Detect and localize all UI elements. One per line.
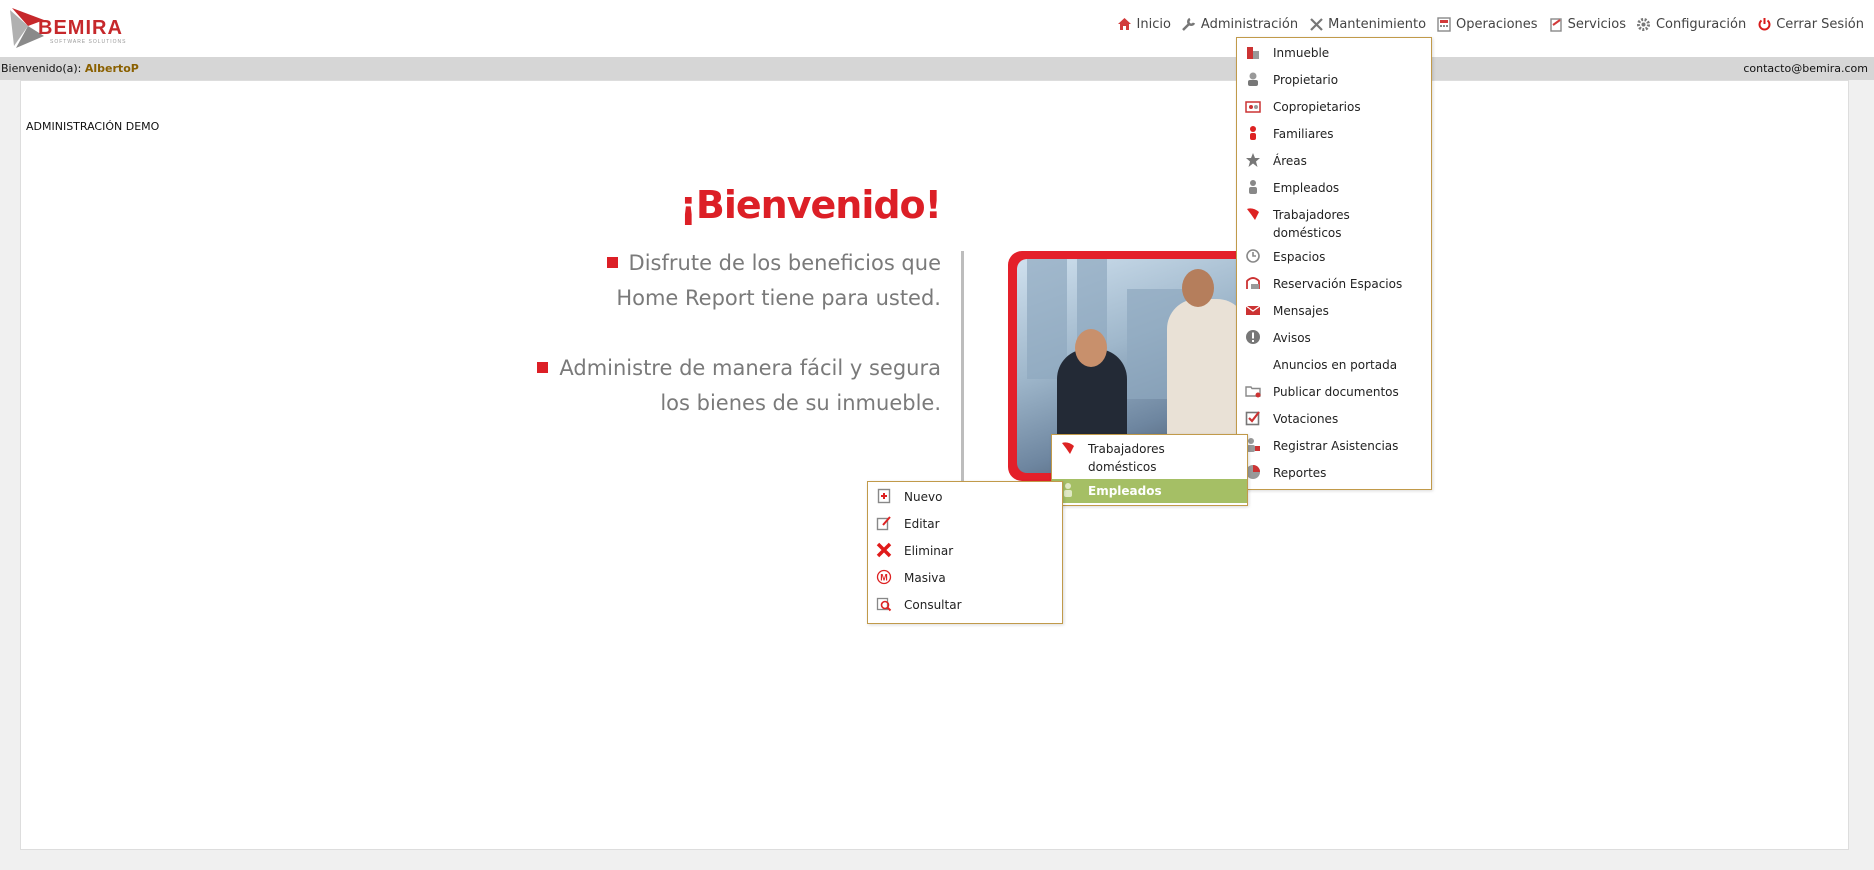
menu-item-avisos[interactable]: Avisos bbox=[1237, 326, 1431, 353]
main-nav: Inicio Administración Mantenimiento Oper… bbox=[1117, 16, 1864, 32]
menu-item-espacios[interactable]: Espacios bbox=[1237, 245, 1431, 272]
action-nuevo[interactable]: Nuevo bbox=[868, 485, 1062, 512]
employee-icon bbox=[1245, 179, 1261, 195]
administration-name: ADMINISTRACIÓN DEMO bbox=[26, 120, 160, 133]
nav-servicios[interactable]: Servicios bbox=[1548, 16, 1626, 32]
administracion-dropdown: Inmueble Propietario Copropietarios Fami… bbox=[1236, 37, 1432, 490]
menu-item-copropietarios[interactable]: Copropietarios bbox=[1237, 95, 1431, 122]
power-icon bbox=[1756, 16, 1772, 32]
nav-administracion[interactable]: Administración bbox=[1181, 16, 1298, 32]
nav-mantenimiento[interactable]: Mantenimiento bbox=[1308, 16, 1426, 32]
alert-icon bbox=[1245, 329, 1261, 345]
status-bar: Bienvenido(a): AlbertoP contacto@bemira.… bbox=[0, 57, 1874, 80]
bullet-square-icon bbox=[537, 362, 549, 373]
nav-configuracion[interactable]: Configuración bbox=[1636, 16, 1746, 32]
nav-cerrar-sesion[interactable]: Cerrar Sesión bbox=[1756, 16, 1864, 32]
calculator-icon bbox=[1436, 16, 1452, 32]
mail-icon bbox=[1245, 302, 1261, 318]
co-owners-icon bbox=[1245, 98, 1261, 114]
owner-icon bbox=[1245, 71, 1261, 87]
menu-item-trabajadores-domesticos[interactable]: Trabajadores domésticos bbox=[1237, 203, 1431, 245]
logo-tagline: SOFTWARE SOLUTIONS bbox=[50, 39, 127, 45]
folder-icon bbox=[1245, 383, 1261, 399]
new-document-icon bbox=[876, 488, 892, 504]
menu-item-publicar-documentos[interactable]: Publicar documentos bbox=[1237, 380, 1431, 407]
bullet-square-icon bbox=[606, 257, 618, 268]
search-icon bbox=[876, 596, 892, 612]
family-icon bbox=[1245, 125, 1261, 141]
reservation-icon bbox=[1245, 275, 1261, 291]
building-icon bbox=[1245, 44, 1261, 60]
menu-item-registrar-asistencias[interactable]: Registrar Asistencias bbox=[1237, 434, 1431, 461]
header: BEMIRA SOFTWARE SOLUTIONS Inicio Adminis… bbox=[0, 0, 1874, 57]
username: AlbertoP bbox=[84, 62, 139, 75]
clipboard-icon bbox=[1548, 16, 1564, 32]
menu-item-reservacion-espacios[interactable]: Reservación Espacios bbox=[1237, 272, 1431, 299]
action-masiva[interactable]: M Masiva bbox=[868, 566, 1062, 593]
domestic-worker-icon bbox=[1060, 440, 1076, 456]
welcome-title: ¡Bienvenido! bbox=[679, 183, 942, 227]
delete-icon bbox=[876, 542, 892, 558]
action-editar[interactable]: Editar bbox=[868, 512, 1062, 539]
nav-inicio[interactable]: Inicio bbox=[1117, 16, 1171, 32]
bulk-icon: M bbox=[876, 569, 892, 585]
empleados-submenu: Trabajadores domésticos Empleados bbox=[1051, 434, 1248, 506]
home-icon bbox=[1117, 16, 1133, 32]
action-consultar[interactable]: Consultar bbox=[868, 593, 1062, 620]
star-icon bbox=[1245, 152, 1261, 168]
menu-item-empleados[interactable]: Empleados bbox=[1237, 176, 1431, 203]
menu-item-anuncios-en-portada[interactable]: Anuncios en portada bbox=[1237, 353, 1431, 380]
menu-item-propietario[interactable]: Propietario bbox=[1237, 68, 1431, 95]
actions-menu: Nuevo Editar Eliminar M Masiva Consultar bbox=[867, 481, 1063, 624]
menu-item-familiares[interactable]: Familiares bbox=[1237, 122, 1431, 149]
svg-text:M: M bbox=[880, 573, 888, 583]
nav-operaciones[interactable]: Operaciones bbox=[1436, 16, 1538, 32]
bemira-logo[interactable]: BEMIRA SOFTWARE SOLUTIONS bbox=[8, 6, 138, 50]
logo-wordmark: BEMIRA bbox=[38, 17, 123, 39]
menu-item-areas[interactable]: Áreas bbox=[1237, 149, 1431, 176]
submenu-item-trabajadores-domesticos[interactable]: Trabajadores domésticos bbox=[1052, 437, 1247, 479]
tools-icon bbox=[1308, 16, 1324, 32]
gear-icon bbox=[1636, 16, 1652, 32]
edit-icon bbox=[876, 515, 892, 531]
menu-item-votaciones[interactable]: Votaciones bbox=[1237, 407, 1431, 434]
welcome-user: Bienvenido(a): AlbertoP bbox=[1, 62, 139, 75]
benefit-bullet-2: Administre de manera fácil y segura los … bbox=[461, 351, 941, 421]
clock-icon bbox=[1245, 248, 1261, 264]
wrench-icon bbox=[1181, 16, 1197, 32]
contact-email[interactable]: contacto@bemira.com bbox=[1743, 62, 1868, 75]
menu-item-reportes[interactable]: Reportes bbox=[1237, 461, 1431, 488]
menu-item-mensajes[interactable]: Mensajes bbox=[1237, 299, 1431, 326]
divider bbox=[961, 251, 964, 481]
main-content: ADMINISTRACIÓN DEMO ¡Bienvenido! Disfrut… bbox=[20, 80, 1849, 850]
checkbox-icon bbox=[1245, 410, 1261, 426]
menu-item-inmueble[interactable]: Inmueble bbox=[1237, 41, 1431, 68]
benefit-bullet-1: Disfrute de los beneficios que Home Repo… bbox=[461, 246, 941, 316]
action-eliminar[interactable]: Eliminar bbox=[868, 539, 1062, 566]
domestic-worker-icon bbox=[1245, 206, 1261, 222]
submenu-item-empleados[interactable]: Empleados bbox=[1052, 479, 1247, 503]
